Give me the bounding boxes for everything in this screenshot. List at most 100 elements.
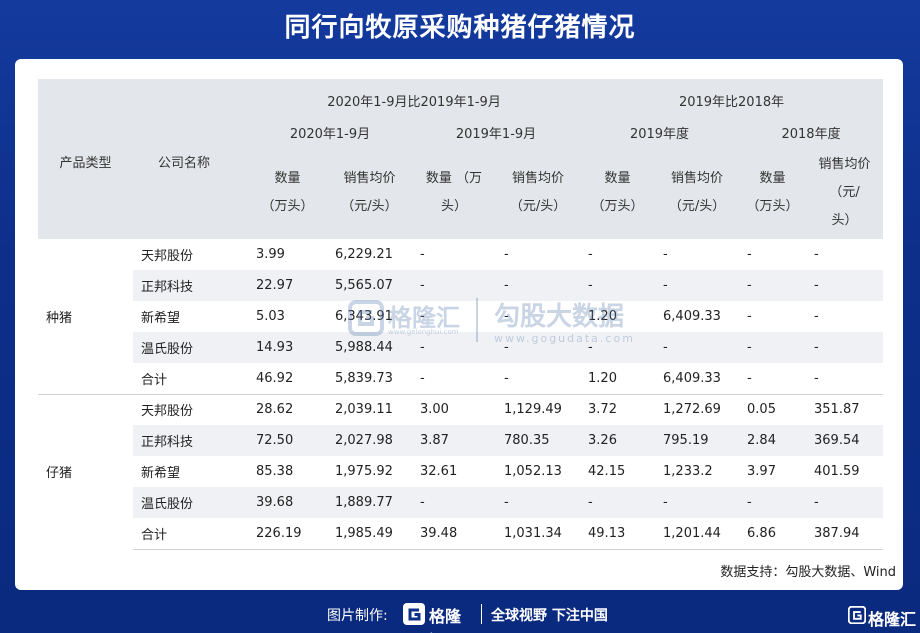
price-cell: 1,975.92 [335, 464, 393, 479]
qty-cell: 28.62 [248, 393, 327, 425]
price-cell: 351.87 [806, 393, 884, 425]
header-qty: 数量 （万头） [580, 147, 656, 239]
qty-cell: 3.97 [747, 464, 776, 479]
qty-cell: - [412, 332, 496, 363]
table-body: 种猪 天邦股份 3.99 6,229.21- - - - - - 正邦科技 22.97 5,565.0… [38, 239, 884, 550]
footer: 图片制作: 格隆汇 全球视野 下注中国 格隆汇 [0, 596, 920, 633]
price-cell: - [496, 332, 581, 363]
qty-cell: 3.99 [256, 247, 285, 262]
table-row: 仔猪 天邦股份 28.62 2,039.11 3.00 1,129.49 3.72 1,272… [38, 393, 884, 549]
qty-cell: - [420, 309, 425, 324]
price-cell: - [814, 370, 819, 386]
header-group-2020-vs-2019: 2020年1-9月比2019年1-9月 [248, 79, 581, 117]
price-cell: 401.59 [814, 464, 860, 479]
qty-cell: - [747, 247, 752, 262]
price-cell: - [496, 487, 581, 518]
gelonghui-logo-icon [403, 603, 425, 625]
qty-cell: 0.05 [739, 393, 807, 425]
qty-cell: 3.00 [412, 393, 496, 425]
qty-cell: 1.20 [588, 370, 617, 386]
qty-cell: - [739, 270, 807, 301]
footer-slogan: 全球视野 下注中国 [491, 608, 608, 624]
header-period-2019-1-9: 2019年1-9月 [412, 117, 581, 147]
price-cell: 2,039.11 [327, 393, 412, 425]
qty-cell: 46.92 [256, 370, 294, 386]
gelonghui-logo-icon [848, 606, 866, 624]
qty-cell: 226.19 [248, 518, 327, 550]
product-type-cell: 种猪 [38, 239, 133, 394]
qty-cell: 32.61 [420, 464, 458, 479]
footer-made-by: 图片制作: [327, 608, 388, 624]
price-cell: - [655, 332, 740, 363]
header-price: 销售均价 （元/头） [496, 147, 581, 239]
price-cell: 1,201.44 [655, 518, 740, 550]
price-cell: - [806, 332, 884, 363]
price-cell: - [496, 270, 581, 301]
price-cell: - [814, 309, 819, 324]
company-cell: 合计 [141, 372, 168, 388]
qty-cell: - [412, 487, 496, 518]
qty-cell: 72.50 [248, 425, 327, 456]
price-cell: 5,839.73 [335, 370, 393, 386]
qty-cell: - [580, 332, 656, 363]
price-cell: - [806, 487, 884, 518]
header-period-2018: 2018年度 [739, 117, 884, 147]
qty-cell: - [588, 247, 593, 262]
company-cell: 正邦科技 [133, 425, 248, 456]
qty-cell: 3.87 [412, 425, 496, 456]
price-cell: 2,027.98 [327, 425, 412, 456]
price-cell: - [504, 247, 509, 262]
price-cell: 1,031.34 [496, 518, 581, 550]
price-cell: 780.35 [496, 425, 581, 456]
table-row: 正邦科技 22.97 5,565.07- - - - - - [38, 270, 884, 301]
price-cell: - [504, 370, 509, 386]
header-company: 公司名称 [133, 79, 248, 239]
table-row: 温氏股份 14.93 5,988.44- - - - - - [38, 332, 884, 363]
pig-purchase-table: 产品类型 公司名称 2020年1-9月比2019年1-9月 2019年比2018… [38, 79, 884, 550]
qty-cell: 2.84 [739, 425, 807, 456]
table-row: 合计 226.19 1,985.49 39.48 1,031.34 49.13 1,201.… [38, 518, 884, 550]
price-cell: 1,985.49 [327, 518, 412, 550]
price-cell: - [655, 270, 740, 301]
header-period-2019: 2019年度 [580, 117, 740, 147]
price-cell: 1,233.2 [663, 464, 713, 479]
qty-cell: 22.97 [248, 270, 327, 301]
qty-cell: - [739, 332, 807, 363]
footer-logo: 格隆汇 [402, 600, 476, 633]
qty-cell: 3.26 [580, 425, 656, 456]
table-row: 种猪 天邦股份 3.99 6,229.21- - - - - - [38, 239, 883, 394]
qty-cell: 3.72 [580, 393, 656, 425]
page-title: 同行向牧原采购种猪仔猪情况 [284, 13, 636, 43]
header-product-type: 产品类型 [38, 79, 133, 239]
header-period-2020-1-9: 2020年1-9月 [248, 117, 412, 147]
table-row: 新希望 5.03 6,343.91 - - 1.20 6,409.33 - - [38, 301, 883, 332]
price-cell: 369.54 [806, 425, 884, 456]
corner-logo: 格隆汇 [848, 604, 918, 629]
qty-cell: 6.86 [739, 518, 807, 550]
qty-cell: 39.68 [248, 487, 327, 518]
price-cell: 1,052.13 [504, 464, 562, 479]
footer-divider [481, 604, 482, 624]
header-price: 销售均价 （元/头） [327, 147, 412, 239]
company-cell: 合计 [133, 518, 248, 550]
qty-cell: 39.48 [412, 518, 496, 550]
price-cell: 6,409.33 [663, 370, 721, 386]
company-cell: 天邦股份 [133, 393, 248, 425]
price-cell: 1,272.69 [655, 393, 740, 425]
table-row: 正邦科技 72.50 2,027.98 3.87 780.35 3.26 795.19 2.8… [38, 425, 884, 456]
price-cell: - [663, 247, 668, 262]
corner-logo-text: 格隆汇 [868, 610, 917, 629]
company-cell: 正邦科技 [133, 270, 248, 301]
company-cell: 新希望 [141, 466, 181, 481]
qty-cell: 14.93 [248, 332, 327, 363]
table-row: 合计 46.92 5,839.73 - - 1.20 6,409.33 - - [38, 363, 883, 394]
price-cell: 387.94 [806, 518, 884, 550]
price-cell: 1,129.49 [496, 393, 581, 425]
price-cell: 5,565.07 [327, 270, 412, 301]
company-cell: 天邦股份 [141, 249, 194, 264]
price-cell: 5,988.44 [327, 332, 412, 363]
header-qty: 数量 （万头） [739, 147, 807, 239]
table-row: 温氏股份 39.68 1,889.77- - - - - - [38, 487, 884, 518]
header-qty: 数量 （万 头） [412, 147, 496, 239]
price-cell: 6,409.33 [663, 309, 721, 324]
